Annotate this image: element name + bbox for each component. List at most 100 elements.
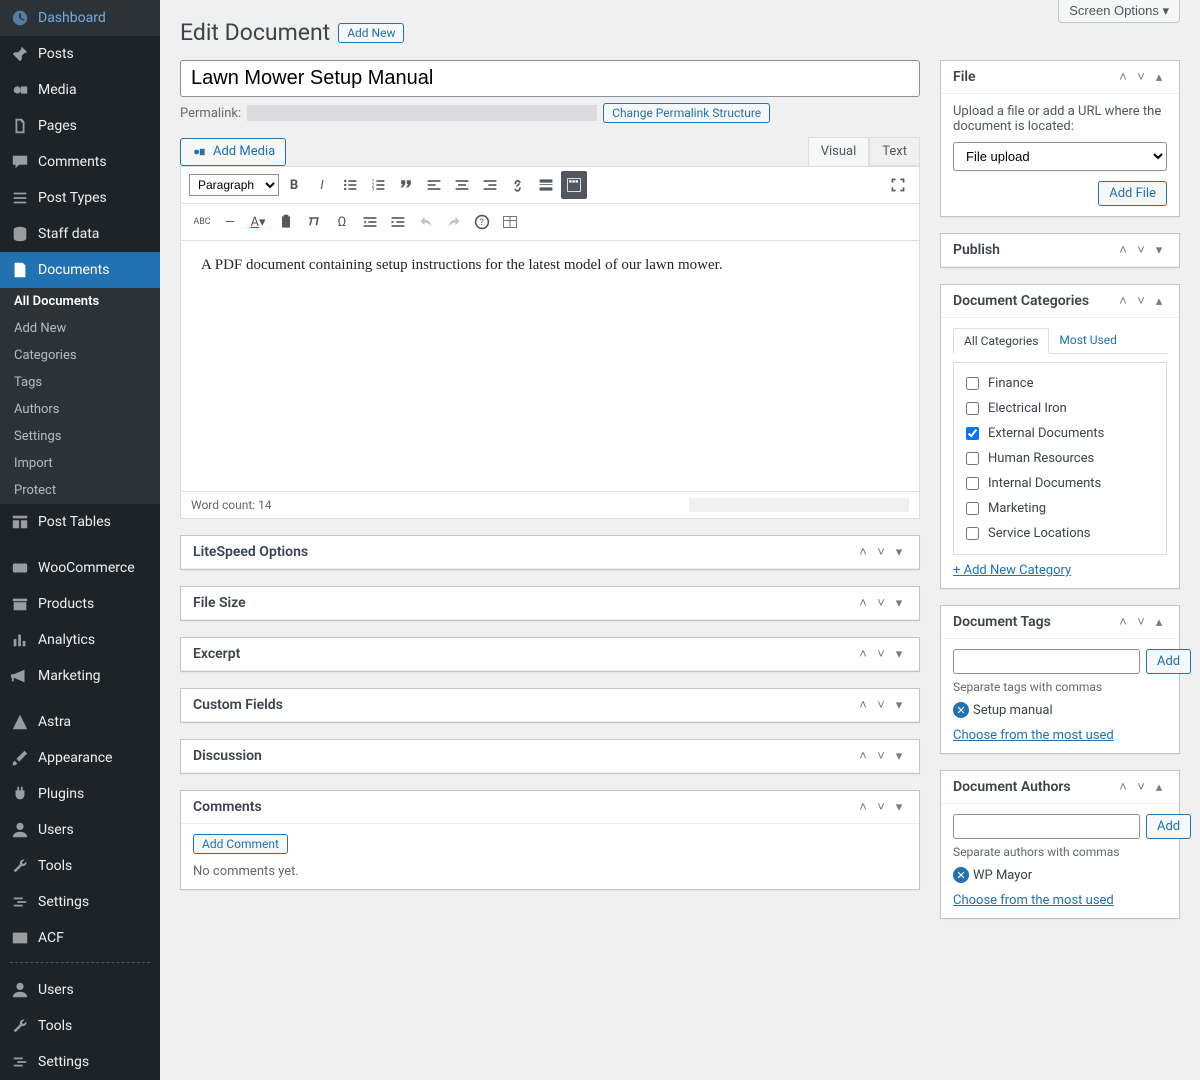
- chevron-down-icon[interactable]: ˅: [873, 697, 889, 713]
- outdent-button[interactable]: [357, 208, 383, 236]
- category-checkbox[interactable]: [966, 452, 979, 465]
- sub-tags[interactable]: Tags: [0, 369, 160, 396]
- hr-button[interactable]: —: [217, 208, 243, 236]
- chevron-down-icon[interactable]: ˅: [1133, 614, 1149, 630]
- sub-settings[interactable]: Settings: [0, 423, 160, 450]
- bullet-list-button[interactable]: [337, 171, 363, 199]
- tab-visual[interactable]: Visual: [808, 137, 870, 166]
- blockquote-button[interactable]: [393, 171, 419, 199]
- special-char-button[interactable]: Ω: [329, 208, 355, 236]
- category-item[interactable]: Internal Documents: [962, 471, 1158, 496]
- chevron-down-icon[interactable]: ˅: [1133, 779, 1149, 795]
- chevron-down-icon[interactable]: ˅: [873, 595, 889, 611]
- chevron-up-icon[interactable]: ˄: [1115, 779, 1131, 795]
- chevron-down-icon[interactable]: ˅: [873, 544, 889, 560]
- undo-button[interactable]: [413, 208, 439, 236]
- sub-categories[interactable]: Categories: [0, 342, 160, 369]
- chevron-up-icon[interactable]: ˄: [1115, 242, 1131, 258]
- link-button[interactable]: [505, 171, 531, 199]
- nav-plugins[interactable]: Plugins: [0, 776, 160, 812]
- nav-post-tables[interactable]: Post Tables: [0, 504, 160, 540]
- align-left-button[interactable]: [421, 171, 447, 199]
- indent-button[interactable]: [385, 208, 411, 236]
- caret-up-icon[interactable]: ▴: [1151, 614, 1167, 630]
- tab-text[interactable]: Text: [869, 137, 920, 166]
- align-right-button[interactable]: [477, 171, 503, 199]
- category-item[interactable]: Service Locations: [962, 521, 1158, 546]
- file-source-select[interactable]: File upload: [953, 142, 1167, 171]
- category-item[interactable]: Electrical Iron: [962, 396, 1158, 421]
- category-checkbox[interactable]: [966, 527, 979, 540]
- caret-down-icon[interactable]: ▾: [891, 799, 907, 815]
- nav-documents[interactable]: Documents: [0, 252, 160, 288]
- strikethrough-button[interactable]: ABC: [189, 208, 215, 236]
- nav-products[interactable]: Products: [0, 586, 160, 622]
- chevron-up-icon[interactable]: ˄: [855, 748, 871, 764]
- category-item[interactable]: External Documents: [962, 421, 1158, 446]
- add-new-button[interactable]: Add New: [338, 23, 404, 43]
- category-checkbox[interactable]: [966, 377, 979, 390]
- chevron-down-icon[interactable]: ˅: [873, 646, 889, 662]
- category-checkbox[interactable]: [966, 477, 979, 490]
- sub-authors[interactable]: Authors: [0, 396, 160, 423]
- chevron-up-icon[interactable]: ˄: [855, 799, 871, 815]
- category-checkbox[interactable]: [966, 427, 979, 440]
- italic-button[interactable]: I: [309, 171, 335, 199]
- nav-pages[interactable]: Pages: [0, 108, 160, 144]
- choose-authors-link[interactable]: Choose from the most used: [953, 893, 1114, 908]
- author-input[interactable]: [953, 814, 1140, 839]
- nav-tools[interactable]: Tools: [0, 848, 160, 884]
- readmore-button[interactable]: [533, 171, 559, 199]
- screen-options-toggle[interactable]: Screen Options ▾: [1058, 0, 1180, 23]
- clear-format-button[interactable]: [301, 208, 327, 236]
- text-color-button[interactable]: A▾: [245, 208, 271, 236]
- caret-down-icon[interactable]: ▾: [891, 595, 907, 611]
- category-checkbox[interactable]: [966, 502, 979, 515]
- chevron-up-icon[interactable]: ˄: [1115, 69, 1131, 85]
- chevron-down-icon[interactable]: ˅: [1133, 69, 1149, 85]
- nav-tools-2[interactable]: Tools: [0, 1008, 160, 1044]
- nav-appearance[interactable]: Appearance: [0, 740, 160, 776]
- redo-button[interactable]: [441, 208, 467, 236]
- add-comment-button[interactable]: Add Comment: [193, 834, 288, 854]
- chevron-up-icon[interactable]: ˄: [1115, 614, 1131, 630]
- fullscreen-button[interactable]: [885, 171, 911, 199]
- caret-down-icon[interactable]: ▾: [891, 697, 907, 713]
- category-item[interactable]: Marketing: [962, 496, 1158, 521]
- bold-button[interactable]: B: [281, 171, 307, 199]
- sub-all-documents[interactable]: All Documents: [0, 288, 160, 315]
- nav-marketing[interactable]: Marketing: [0, 658, 160, 694]
- chevron-up-icon[interactable]: ˄: [855, 544, 871, 560]
- content-editable[interactable]: A PDF document containing setup instruct…: [181, 241, 919, 491]
- document-title-input[interactable]: [180, 60, 920, 97]
- add-category-link[interactable]: + Add New Category: [953, 563, 1071, 578]
- add-author-button[interactable]: Add: [1146, 814, 1191, 839]
- caret-down-icon[interactable]: ▾: [891, 748, 907, 764]
- sub-protect[interactable]: Protect: [0, 477, 160, 504]
- cat-tab-all[interactable]: All Categories: [953, 328, 1049, 354]
- paste-button[interactable]: [273, 208, 299, 236]
- toolbar-toggle-button[interactable]: [561, 171, 587, 199]
- nav-media[interactable]: Media: [0, 72, 160, 108]
- chevron-up-icon[interactable]: ˄: [855, 595, 871, 611]
- change-permalink-button[interactable]: Change Permalink Structure: [603, 103, 770, 123]
- nav-settings[interactable]: Settings: [0, 884, 160, 920]
- category-item[interactable]: Human Resources: [962, 446, 1158, 471]
- choose-tags-link[interactable]: Choose from the most used: [953, 728, 1114, 743]
- chevron-down-icon[interactable]: ˅: [1133, 242, 1149, 258]
- remove-author-icon[interactable]: ✕: [953, 867, 969, 883]
- format-select[interactable]: Paragraph: [189, 174, 279, 196]
- add-media-button[interactable]: Add Media: [180, 138, 286, 166]
- sub-import[interactable]: Import: [0, 450, 160, 477]
- align-center-button[interactable]: [449, 171, 475, 199]
- add-tag-button[interactable]: Add: [1146, 649, 1191, 674]
- nav-astra[interactable]: Astra: [0, 704, 160, 740]
- nav-users-2[interactable]: Users: [0, 972, 160, 1008]
- nav-woocommerce[interactable]: WooCommerce: [0, 550, 160, 586]
- nav-comments[interactable]: Comments: [0, 144, 160, 180]
- nav-posts[interactable]: Posts: [0, 36, 160, 72]
- caret-up-icon[interactable]: ▴: [1151, 69, 1167, 85]
- nav-users[interactable]: Users: [0, 812, 160, 848]
- caret-up-icon[interactable]: ▴: [1151, 293, 1167, 309]
- category-item[interactable]: Finance: [962, 371, 1158, 396]
